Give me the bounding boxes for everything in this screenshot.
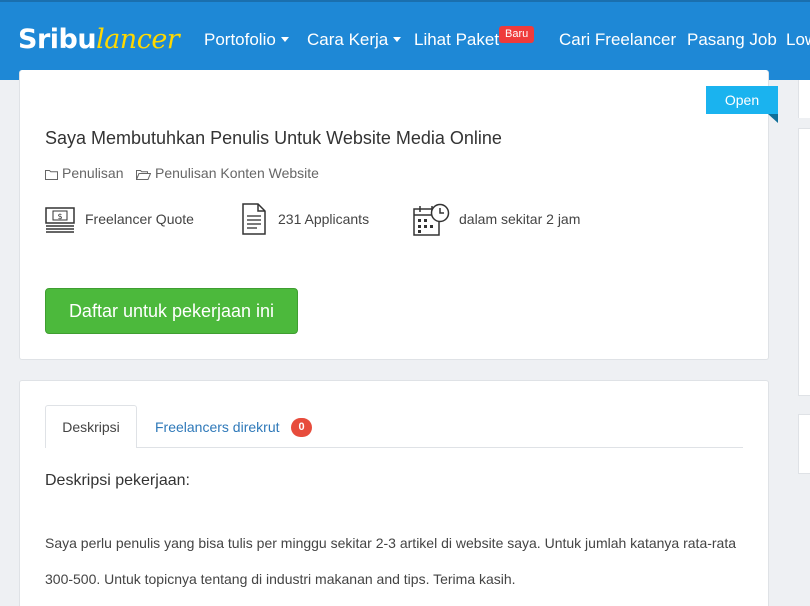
apply-button[interactable]: Daftar untuk pekerjaan ini	[45, 288, 298, 334]
category-link[interactable]: Penulisan	[45, 165, 124, 181]
new-badge: Baru	[499, 26, 535, 43]
folder-open-icon	[135, 170, 152, 180]
top-navbar: Sribulancer Portofolio Cara Kerja Lihat …	[0, 0, 810, 80]
sidebar-panel	[798, 414, 810, 474]
calendar-clock-icon	[413, 203, 450, 236]
money-bill-icon: $	[45, 207, 75, 233]
hired-count-badge: 0	[291, 418, 312, 437]
budget-type: Freelancer Quote	[85, 211, 194, 227]
description-text: Saya perlu penulis yang bisa tulis per m…	[45, 535, 737, 587]
sidebar-panel	[798, 128, 810, 396]
nav-lihat-paket[interactable]: Lihat Paket	[414, 30, 499, 50]
nav-pasang-job[interactable]: Pasang Job	[687, 30, 777, 50]
job-title: Saya Membutuhkan Penulis Untuk Website M…	[45, 128, 502, 148]
description-heading: Deskripsi pekerjaan:	[45, 472, 190, 489]
status-badge: Open	[706, 86, 778, 114]
svg-text:$: $	[57, 212, 62, 221]
tab-divider	[137, 447, 743, 448]
applicants-count: 231 Applicants	[278, 211, 370, 227]
ribbon-fold	[768, 114, 778, 123]
caret-down-icon	[280, 37, 289, 43]
caret-down-icon	[393, 37, 402, 43]
tab-hired-freelancers[interactable]: Freelancers direkrut	[155, 419, 280, 435]
posted-time: dalam sekitar 2 jam	[459, 211, 581, 227]
subcategory-link[interactable]: Penulisan Konten Website	[135, 165, 319, 181]
document-icon	[242, 203, 266, 235]
nav-cara-kerja[interactable]: Cara Kerja	[307, 30, 402, 50]
nav-portofolio[interactable]: Portofolio	[204, 30, 289, 50]
sidebar-panel	[798, 80, 810, 118]
nav-lowongan[interactable]: Low	[786, 30, 810, 50]
sribulancer-logo[interactable]: Sribulancer	[18, 24, 180, 55]
nav-cari-freelancer[interactable]: Cari Freelancer	[559, 30, 676, 50]
tab-description[interactable]: Deskripsi	[45, 405, 137, 448]
folder-icon	[45, 170, 58, 180]
